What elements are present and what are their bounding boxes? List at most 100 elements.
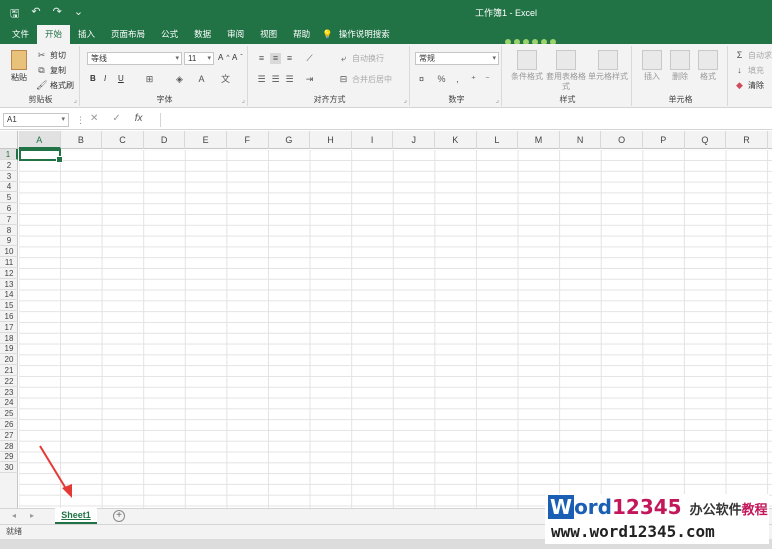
column-header[interactable]: M <box>518 131 560 149</box>
increase-decimal-button[interactable]: ⁺ <box>468 74 479 85</box>
sheet-tab-sheet1[interactable]: Sheet1 <box>55 508 97 524</box>
launcher-icon[interactable]: ⌟ <box>496 96 499 104</box>
underline-button[interactable]: U <box>118 74 124 83</box>
column-header[interactable]: J <box>393 131 435 149</box>
tab-formulas[interactable]: 公式 <box>153 24 186 44</box>
column-header[interactable]: H <box>310 131 352 149</box>
grow-font-button[interactable]: A ^ <box>218 53 229 62</box>
row-header[interactable]: 22 <box>0 376 18 387</box>
enter-icon[interactable]: ✓ <box>112 113 120 124</box>
row-header[interactable]: 13 <box>0 279 18 290</box>
decrease-decimal-button[interactable]: ⁻ <box>482 74 493 85</box>
launcher-icon[interactable]: ⌟ <box>74 96 77 104</box>
tab-data[interactable]: 数据 <box>186 24 219 44</box>
column-header[interactable]: O <box>601 131 643 149</box>
format-painter-button[interactable]: 🖌 格式刷 <box>36 80 74 91</box>
row-header[interactable]: 15 <box>0 300 18 312</box>
row-header[interactable]: 19 <box>0 343 18 355</box>
row-header[interactable]: 20 <box>0 354 18 366</box>
worksheet-grid[interactable]: ABCDEFGHIJKLMNOPQR 1 2 3 4 5 6 7 8 9 10 11 12 13 14 15… <box>0 131 772 508</box>
row-header[interactable]: 11 <box>0 257 18 268</box>
row-header[interactable]: 5 <box>0 192 18 204</box>
bold-button[interactable]: B <box>90 74 96 83</box>
cell-styles-button[interactable]: 单元格样式 <box>586 50 630 82</box>
format-as-table-button[interactable]: 套用表格格式 <box>546 50 586 92</box>
row-header[interactable]: 29 <box>0 451 18 463</box>
column-header[interactable]: R <box>726 131 768 149</box>
row-header[interactable]: 3 <box>0 171 18 182</box>
column-header[interactable]: I <box>352 131 394 149</box>
column-header[interactable]: D <box>144 131 186 149</box>
row-header[interactable]: 12 <box>0 268 18 279</box>
row-header[interactable]: 23 <box>0 387 18 398</box>
cut-button[interactable]: ✂ 剪切 <box>36 50 66 61</box>
font-name-select[interactable]: 等线 ▾ <box>87 52 182 65</box>
tab-review[interactable]: 审阅 <box>219 24 252 44</box>
align-left-button[interactable]: ☰ <box>256 74 267 85</box>
row-header[interactable]: 21 <box>0 365 18 376</box>
tab-view[interactable]: 视图 <box>252 24 285 44</box>
tell-me-search[interactable]: 💡 操作说明搜索 <box>318 24 390 44</box>
chevron-left-icon[interactable]: ◂ <box>12 511 16 520</box>
column-header[interactable]: G <box>269 131 311 149</box>
clear-button[interactable]: ◆ 清除 <box>734 80 764 91</box>
insert-cells-button[interactable]: 插入 <box>638 50 666 82</box>
row-header[interactable]: 18 <box>0 333 18 344</box>
tab-help[interactable]: 帮助 <box>285 24 318 44</box>
row-header[interactable]: 8 <box>0 225 18 236</box>
row-header[interactable]: 14 <box>0 289 18 301</box>
row-header[interactable]: 4 <box>0 181 18 193</box>
font-size-select[interactable]: 11 ▾ <box>184 52 214 65</box>
autosum-button[interactable]: Σ 自动求和 <box>734 50 772 61</box>
align-top-button[interactable]: ≡ <box>256 53 267 64</box>
column-header[interactable]: B <box>61 131 103 149</box>
tab-file[interactable]: 文件 <box>4 24 37 44</box>
percent-button[interactable]: % <box>436 74 447 85</box>
launcher-icon[interactable]: ⌟ <box>242 96 245 104</box>
row-header[interactable]: 7 <box>0 214 18 225</box>
insert-function-button[interactable]: fx <box>135 113 143 124</box>
column-header[interactable]: K <box>435 131 477 149</box>
currency-button[interactable]: ¤ <box>416 74 427 85</box>
column-header[interactable]: A <box>19 131 61 149</box>
fill-button[interactable]: ↓ 填充 <box>734 65 764 76</box>
column-header[interactable]: C <box>102 131 144 149</box>
row-header[interactable]: 2 <box>0 160 18 171</box>
shrink-font-button[interactable]: Aˇ <box>232 53 243 62</box>
row-header[interactable]: 1 <box>0 149 18 160</box>
row-header[interactable]: 16 <box>0 311 18 322</box>
row-header[interactable]: 27 <box>0 430 18 441</box>
row-header[interactable]: 30 <box>0 462 18 474</box>
row-header[interactable]: 9 <box>0 235 18 247</box>
formula-input[interactable] <box>160 113 772 127</box>
cancel-icon[interactable]: ✕ <box>90 113 98 124</box>
row-header[interactable]: 25 <box>0 408 18 420</box>
number-format-select[interactable]: 常规 ▾ <box>415 52 499 65</box>
delete-cells-button[interactable]: 删除 <box>666 50 694 82</box>
column-header[interactable]: P <box>643 131 685 149</box>
column-header[interactable]: N <box>560 131 602 149</box>
font-color-button[interactable]: A <box>196 74 207 85</box>
launcher-icon[interactable]: ⌟ <box>404 96 407 104</box>
copy-button[interactable]: ⧉ 复制 <box>36 65 66 76</box>
align-center-button[interactable]: ☰ <box>270 74 281 85</box>
merge-center-button[interactable]: ⊟ 合并后居中 <box>338 74 392 85</box>
column-header[interactable]: L <box>477 131 519 149</box>
column-header[interactable]: E <box>185 131 227 149</box>
conditional-format-button[interactable]: 条件格式 <box>508 50 546 82</box>
select-all-corner[interactable] <box>0 131 18 149</box>
cell-area[interactable] <box>19 150 772 508</box>
chevron-right-icon[interactable]: ▸ <box>30 511 34 520</box>
format-cells-button[interactable]: 格式 <box>694 50 722 82</box>
align-right-button[interactable]: ☰ <box>284 74 295 85</box>
name-box[interactable]: A1 ▾ <box>3 113 69 127</box>
row-header[interactable]: 6 <box>0 203 18 214</box>
add-sheet-button[interactable]: + <box>113 510 125 522</box>
phonetic-button[interactable]: 文 <box>220 74 231 85</box>
row-header[interactable]: 28 <box>0 441 18 452</box>
indent-button[interactable]: ⇥ <box>304 74 315 85</box>
border-button[interactable]: ⊞ <box>144 74 155 85</box>
italic-button[interactable]: I <box>104 74 106 83</box>
row-header[interactable]: 26 <box>0 419 18 430</box>
active-cell-a1[interactable] <box>19 149 63 163</box>
